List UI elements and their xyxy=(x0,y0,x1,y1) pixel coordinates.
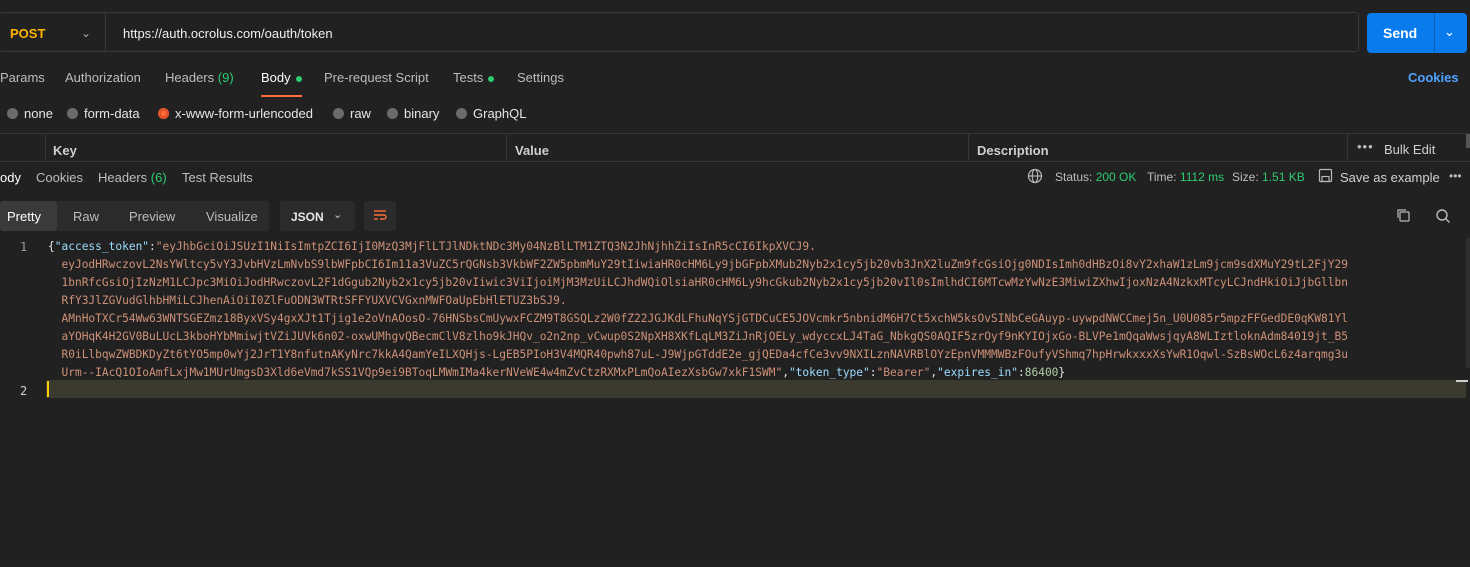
method-select[interactable]: POST xyxy=(10,26,45,41)
text-cursor xyxy=(47,381,49,397)
json-string: "Bearer" xyxy=(876,366,931,379)
tab-tests[interactable]: Tests xyxy=(453,70,495,85)
json-string: 1bnRfcGsiOjIzNzM1LCJpc3MiOiJodHRwczovL2F… xyxy=(61,276,1348,289)
radio-raw[interactable]: raw xyxy=(333,106,371,121)
radio-none[interactable]: none xyxy=(7,106,53,121)
radio-selected-icon[interactable] xyxy=(158,108,169,119)
search-icon[interactable] xyxy=(1435,208,1451,227)
cookies-link[interactable]: Cookies xyxy=(1408,70,1459,85)
tab-headers[interactable]: Headers (9) xyxy=(165,70,234,85)
line-number: 2 xyxy=(20,384,28,398)
active-tab-indicator xyxy=(261,95,302,97)
json-string: Urm--IAcQ1OIoAmfLxjMw1MUrUmgsD3Xld6eVmd7… xyxy=(61,366,783,379)
tab-response-body[interactable]: ody xyxy=(0,170,21,185)
json-string: R0iLlbqwZWBDKDyZt6tYO5mp0wYj2JrT1Y8nfutn… xyxy=(61,348,1348,361)
json-string: RfY3JlZGVudGlhbHMiLCJhenAiOiI0ZlFuODN3WT… xyxy=(61,294,567,307)
size-value: 1.51 KB xyxy=(1262,170,1305,184)
chevron-down-icon[interactable]: ⌄ xyxy=(333,208,342,221)
headers-count: (9) xyxy=(217,70,234,85)
json-key: "token_type" xyxy=(788,366,870,379)
json-string: eyJodHRwczovL2NsYWltcy5vY3JvbHVzLmNvbS9l… xyxy=(61,258,1348,271)
json-string: "eyJhbGciOiJSUzI1NiIsImtpZCI6IjI0MzQ3MjF… xyxy=(155,240,816,253)
tab-response-cookies[interactable]: Cookies xyxy=(36,170,83,185)
divider xyxy=(968,134,969,161)
wrap-lines-icon[interactable] xyxy=(372,207,388,227)
response-size: Size: 1.51 KB xyxy=(1232,170,1305,184)
response-status: Status: 200 OK xyxy=(1055,170,1137,184)
tab-body[interactable]: Body xyxy=(261,70,302,85)
divider xyxy=(105,13,106,51)
radio-icon[interactable] xyxy=(67,108,78,119)
divider xyxy=(0,161,1470,162)
radio-icon[interactable] xyxy=(456,108,467,119)
scrollbar[interactable] xyxy=(1466,134,1470,148)
radio-icon[interactable] xyxy=(333,108,344,119)
tab-authorization[interactable]: Authorization xyxy=(65,70,141,85)
column-key: Key xyxy=(53,143,77,158)
json-key: "access_token" xyxy=(54,240,150,253)
active-line-highlight xyxy=(46,380,1466,398)
tab-test-results[interactable]: Test Results xyxy=(182,170,253,185)
tab-preview[interactable]: Preview xyxy=(129,209,175,224)
radio-graphql[interactable]: GraphQL xyxy=(456,106,526,121)
time-value: 1112 ms xyxy=(1179,170,1225,184)
response-json[interactable]: {"access_token":"eyJhbGciOiJSUzI1NiIsImt… xyxy=(48,238,1468,382)
globe-icon[interactable] xyxy=(1027,168,1043,187)
chevron-down-icon[interactable]: ⌄ xyxy=(1444,24,1455,40)
send-label[interactable]: Send xyxy=(1383,25,1417,41)
line-number: 1 xyxy=(20,240,28,254)
response-time: Time: 1112 ms xyxy=(1147,170,1225,184)
divider xyxy=(1434,13,1435,53)
divider xyxy=(506,134,507,161)
format-select-value[interactable]: JSON xyxy=(291,210,324,224)
json-string: aYOHqK4H2GV0BuLUcL3kboHYbMmiwjtVZiJUVk6n… xyxy=(61,330,1348,343)
headers-count: (6) xyxy=(150,170,167,185)
tab-visualize[interactable]: Visualize xyxy=(206,209,258,224)
column-description: Description xyxy=(977,143,1049,158)
more-icon[interactable]: ••• xyxy=(1357,139,1374,154)
status-value: 200 OK xyxy=(1095,170,1137,184)
save-as-example-button[interactable]: Save as example xyxy=(1340,170,1440,185)
radio-icon[interactable] xyxy=(7,108,18,119)
json-string: AMnHoTXCr54Ww63WNTSGEZmz18ByxVSy4gxXJt1T… xyxy=(61,312,1348,325)
json-number: 86400 xyxy=(1024,366,1059,379)
radio-binary[interactable]: binary xyxy=(387,106,439,121)
radio-icon[interactable] xyxy=(387,108,398,119)
tab-pretty[interactable]: Pretty xyxy=(7,209,41,224)
status-dot-icon xyxy=(295,75,302,82)
copy-icon[interactable] xyxy=(1396,208,1411,226)
tab-settings[interactable]: Settings xyxy=(517,70,564,85)
tab-pre-request-script[interactable]: Pre-request Script xyxy=(324,70,429,85)
params-table-header xyxy=(0,133,1470,162)
column-value: Value xyxy=(515,143,549,158)
chevron-down-icon[interactable]: ⌄ xyxy=(81,26,91,40)
bulk-edit-button[interactable]: Bulk Edit xyxy=(1384,142,1435,157)
url-input[interactable]: https://auth.ocrolus.com/oauth/token xyxy=(123,26,333,41)
tab-raw[interactable]: Raw xyxy=(73,209,99,224)
radio-urlencoded[interactable]: x-www-form-urlencoded xyxy=(158,106,313,121)
divider xyxy=(45,134,46,161)
save-icon[interactable] xyxy=(1318,168,1333,186)
more-icon[interactable]: ••• xyxy=(1449,169,1462,183)
tab-params[interactable]: Params xyxy=(0,70,45,85)
tab-response-headers[interactable]: Headers (6) xyxy=(98,170,167,185)
divider xyxy=(1347,134,1348,161)
json-key: "expires_in" xyxy=(937,366,1018,379)
radio-form-data[interactable]: form-data xyxy=(67,106,140,121)
status-dot-icon xyxy=(488,75,495,82)
